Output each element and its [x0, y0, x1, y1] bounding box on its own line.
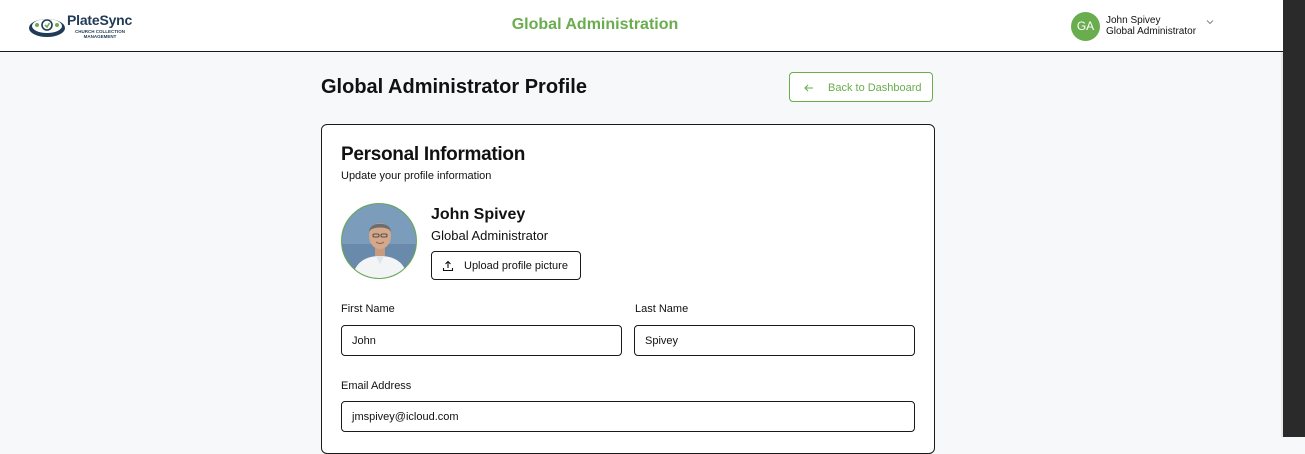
profile-name: John Spivey — [431, 206, 526, 223]
email-field[interactable]: jmspivey@icloud.com — [341, 401, 915, 432]
first-name-field[interactable]: John — [341, 325, 622, 356]
card-subtitle: Update your profile information — [341, 170, 492, 182]
first-name-label: First Name — [341, 303, 395, 315]
window-side-strip — [1283, 0, 1305, 437]
profile-photo — [341, 203, 417, 279]
personal-information-card: Personal Information Update your profile… — [321, 124, 935, 454]
chevron-down-icon[interactable] — [1205, 17, 1215, 27]
user-name: John Spivey — [1106, 15, 1161, 26]
upload-icon — [442, 260, 454, 272]
back-button-label: Back to Dashboard — [828, 82, 922, 94]
profile-role: Global Administrator — [431, 228, 549, 243]
upload-profile-picture-button[interactable]: Upload profile picture — [431, 251, 581, 280]
top-header: PlateSync CHURCH COLLECTION MANAGEMENT G… — [0, 0, 1283, 52]
user-role: Global Administrator — [1106, 26, 1197, 37]
upload-button-label: Upload profile picture — [464, 260, 568, 272]
card-title: Personal Information — [341, 144, 526, 165]
person-photo-icon — [342, 204, 416, 278]
email-label: Email Address — [341, 380, 412, 392]
last-name-label: Last Name — [635, 303, 689, 315]
header-title: Global Administration — [511, 16, 679, 33]
last-name-field[interactable]: Spivey — [634, 325, 915, 356]
page-title: Global Administrator Profile — [321, 76, 587, 98]
back-to-dashboard-button[interactable]: Back to Dashboard — [789, 72, 933, 102]
user-menu[interactable]: GA John Spivey Global Administrator — [1071, 12, 1221, 42]
user-avatar: GA — [1071, 12, 1100, 41]
arrow-left-icon — [804, 84, 813, 92]
